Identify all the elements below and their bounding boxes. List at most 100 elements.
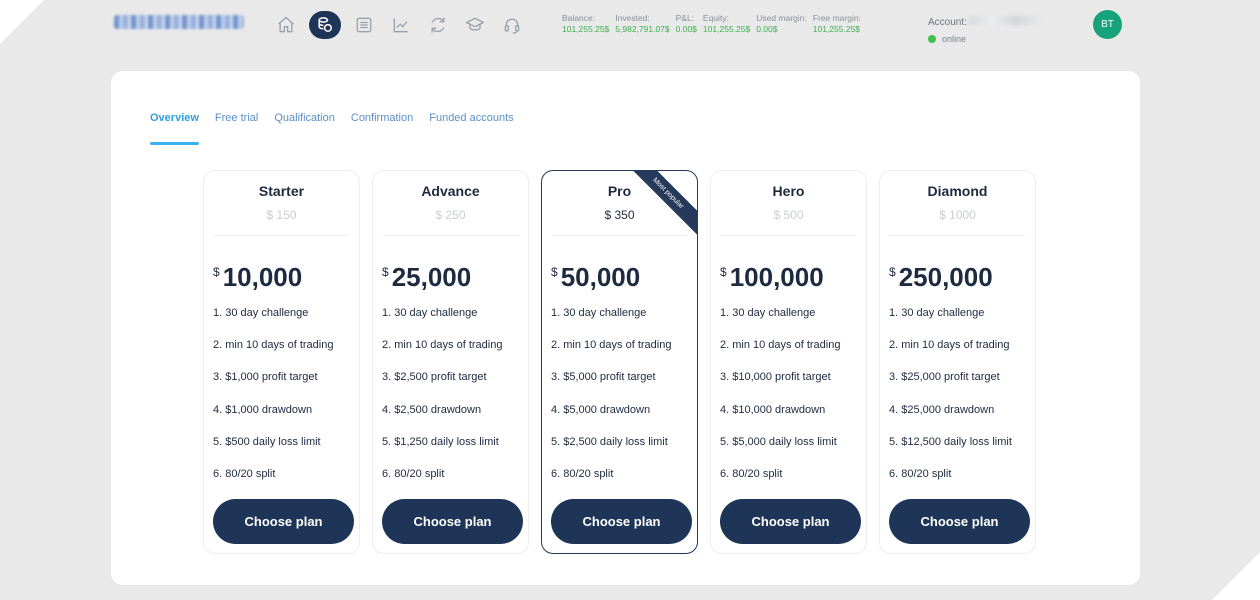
feature-item: 1. 30 day challenge	[551, 307, 647, 319]
account-size: $ 100,000	[720, 262, 824, 293]
stat-pnl: P&L: 0.00$	[676, 13, 697, 35]
account-size-value: 50,000	[560, 262, 641, 292]
tab-qualification[interactable]: Qualification	[274, 112, 335, 146]
plan-features: 1. 30 day challenge 2. min 10 days of tr…	[213, 307, 333, 500]
divider	[890, 235, 1025, 236]
graduation-cap-icon[interactable]	[461, 11, 489, 39]
feature-item: 1. 30 day challenge	[889, 307, 985, 319]
headset-icon[interactable]	[498, 11, 526, 39]
plan-features: 1. 30 day challenge 2. min 10 days of tr…	[720, 307, 840, 500]
brand-logo[interactable]	[114, 15, 244, 29]
plan-card-starter: Starter $ 150 $ 10,000 1. 30 day challen…	[203, 170, 360, 554]
account-size-value: 10,000	[222, 262, 303, 292]
plan-name: Hero	[772, 183, 805, 199]
stat-invested: Invested: 5,982,791.07$	[615, 13, 669, 35]
tab-overview[interactable]: Overview	[150, 112, 199, 146]
currency-symbol: $	[720, 265, 727, 279]
divider	[552, 235, 687, 236]
choose-plan-button[interactable]: Choose plan	[213, 499, 354, 544]
feature-item: 2. min 10 days of trading	[720, 339, 841, 352]
main-nav	[272, 10, 535, 40]
feature-item: 4. $10,000 drawdown	[720, 403, 826, 416]
choose-plan-button[interactable]: Choose plan	[889, 499, 1030, 544]
feature-item: 6. 80/20 split	[213, 467, 276, 480]
avatar[interactable]: BT	[1093, 10, 1122, 39]
stat-equity: Equity: 101,255.25$	[703, 13, 750, 35]
feature-item: 2. min 10 days of trading	[551, 339, 672, 352]
list-icon[interactable]	[350, 11, 378, 39]
chart-icon[interactable]	[387, 11, 415, 39]
account-size-value: 250,000	[898, 262, 993, 292]
feature-item: 4. $1,000 drawdown	[213, 403, 313, 416]
feature-item: 4. $25,000 drawdown	[889, 403, 995, 416]
stat-used-margin: Used margin: 0.00$	[756, 13, 807, 35]
stat-value: 101,255.25$	[702, 24, 751, 34]
plan-name: Diamond	[927, 183, 988, 199]
account-size-value: 25,000	[391, 262, 472, 292]
plan-card-diamond: Diamond $ 1000 $ 250,000 1. 30 day chall…	[879, 170, 1036, 554]
plan-name: Advance	[421, 183, 480, 199]
currency-symbol: $	[213, 265, 220, 279]
feature-item: 2. min 10 days of trading	[213, 339, 334, 352]
feature-item: 2. min 10 days of trading	[889, 339, 1010, 352]
account-size-value: 100,000	[729, 262, 824, 292]
plan-features: 1. 30 day challenge 2. min 10 days of tr…	[551, 307, 671, 500]
feature-item: 5. $12,500 daily loss limit	[889, 435, 1012, 448]
feature-item: 5. $5,000 daily loss limit	[720, 435, 837, 448]
plan-fee: $ 1000	[939, 208, 976, 222]
account-stats: Balance: 101,255.25$ Invested: 5,982,791…	[562, 13, 867, 35]
choose-plan-button[interactable]: Choose plan	[382, 499, 523, 544]
refresh-icon[interactable]	[424, 11, 452, 39]
plan-card-pro: Most popular Pro $ 350 $ 50,000 1. 30 da…	[541, 170, 698, 554]
divider	[721, 235, 856, 236]
tab-free-trial[interactable]: Free trial	[215, 112, 258, 146]
tab-confirmation[interactable]: Confirmation	[351, 112, 413, 146]
currency-symbol: $	[382, 265, 389, 279]
feature-item: 1. 30 day challenge	[382, 307, 478, 319]
plan-features: 1. 30 day challenge 2. min 10 days of tr…	[889, 307, 1012, 500]
feature-item: 4. $2,500 drawdown	[382, 403, 482, 416]
stat-value: 101,255.25$	[562, 24, 610, 34]
plan-features: 1. 30 day challenge 2. min 10 days of tr…	[382, 307, 502, 500]
stat-label: Invested:	[615, 13, 650, 23]
plan-card-advance: Advance $ 250 $ 25,000 1. 30 day challen…	[372, 170, 529, 554]
stat-free-margin: Free margin: 101,255.25$	[813, 13, 861, 35]
feature-item: 3. $5,000 profit target	[551, 371, 656, 384]
choose-plan-button[interactable]: Choose plan	[551, 499, 692, 544]
tab-bar: Overview Free trial Qualification Confir…	[150, 112, 530, 146]
coins-icon[interactable]	[309, 11, 341, 39]
connection-status: online	[928, 34, 1039, 44]
feature-item: 5. $2,500 daily loss limit	[551, 435, 668, 448]
feature-item: 3. $1,000 profit target	[213, 371, 318, 384]
feature-item: 1. 30 day challenge	[213, 307, 309, 319]
feature-item: 5. $1,250 daily loss limit	[382, 435, 499, 448]
stat-value: 101,255.25$	[812, 24, 861, 34]
account-size: $ 250,000	[889, 262, 993, 293]
stat-label: Used margin:	[756, 13, 807, 23]
plan-cards: Starter $ 150 $ 10,000 1. 30 day challen…	[203, 170, 1048, 554]
plan-card-hero: Hero $ 500 $ 100,000 1. 30 day challenge…	[710, 170, 867, 554]
feature-item: 1. 30 day challenge	[720, 307, 816, 319]
stat-label: Balance:	[562, 13, 596, 23]
feature-item: 6. 80/20 split	[720, 467, 783, 480]
account-selector[interactable]: Account: online	[928, 12, 1039, 44]
feature-item: 3. $2,500 profit target	[382, 371, 487, 384]
stat-balance: Balance: 101,255.25$	[562, 13, 609, 35]
plans-panel: Overview Free trial Qualification Confir…	[111, 71, 1140, 585]
account-number-redacted	[968, 16, 1039, 26]
feature-item: 6. 80/20 split	[382, 467, 445, 480]
choose-plan-button[interactable]: Choose plan	[720, 499, 861, 544]
most-popular-ribbon: Most popular	[623, 171, 697, 239]
tab-funded-accounts[interactable]: Funded accounts	[429, 112, 513, 146]
home-icon[interactable]	[272, 11, 300, 39]
feature-item: 6. 80/20 split	[551, 467, 614, 480]
stat-value: 5,982,791.07$	[615, 24, 670, 34]
feature-item: 3. $25,000 profit target	[889, 371, 1000, 384]
currency-symbol: $	[889, 265, 896, 279]
corner-decoration	[1212, 552, 1260, 600]
feature-item: 5. $500 daily loss limit	[213, 435, 321, 448]
plan-fee: $ 250	[435, 208, 466, 222]
currency-symbol: $	[551, 265, 558, 279]
account-label: Account:	[928, 17, 967, 28]
status-dot-icon	[928, 35, 936, 43]
